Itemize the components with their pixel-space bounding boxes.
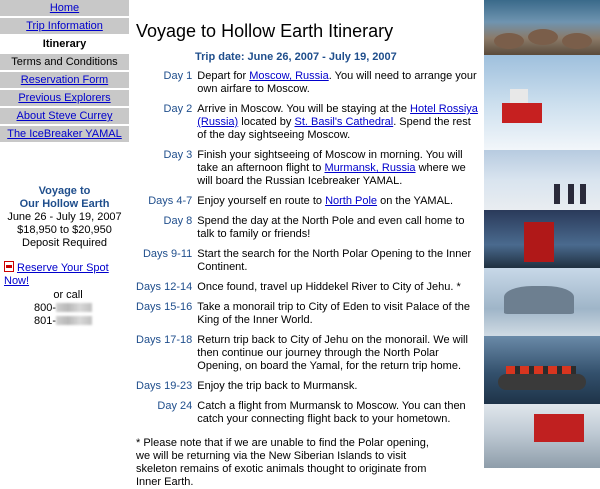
itinerary-row: Day 3 Finish your sightseeing of Moscow … bbox=[136, 149, 478, 195]
day-label: Days 17-18 bbox=[136, 334, 193, 346]
desc-text: Arrive in Moscow. You will be staying at… bbox=[197, 103, 411, 115]
redacted-number-1 bbox=[56, 303, 93, 312]
or-call-text: or call bbox=[53, 289, 83, 301]
nav-link-home[interactable]: Home bbox=[50, 2, 79, 14]
day-label: Day 3 bbox=[163, 149, 193, 161]
itinerary-row: Day 2 Arrive in Moscow. You will be stay… bbox=[136, 103, 478, 149]
reserve-spot-link[interactable]: Reserve Your Spot Now! bbox=[4, 262, 109, 287]
promo-price: $18,950 to $20,950 bbox=[17, 224, 112, 236]
reserve-block: Reserve Your Spot Now! or call 800- 801- bbox=[4, 261, 132, 328]
day-label: Day 1 bbox=[163, 70, 193, 82]
day-label: Day 2 bbox=[163, 103, 193, 115]
day-description: Enjoy yourself en route to North Pole on… bbox=[197, 195, 478, 215]
day-label: Days 19-23 bbox=[136, 380, 193, 392]
promo-dates: June 26 - July 19, 2007 bbox=[7, 211, 122, 223]
nav-item-terms: Terms and Conditions bbox=[0, 54, 129, 71]
nav-item-previous-explorers[interactable]: Previous Explorers bbox=[0, 90, 129, 107]
nav-item-reservation-form[interactable]: Reservation Form bbox=[0, 72, 129, 89]
desc-text: on the YAMAL. bbox=[377, 195, 454, 207]
phone-800: 800- bbox=[34, 302, 132, 315]
itinerary-row: Days 19-23 Enjoy the trip back to Murman… bbox=[136, 380, 478, 400]
nav-item-about-steve-currey[interactable]: About Steve Currey bbox=[0, 108, 129, 125]
nav-link-reservation-form[interactable]: Reservation Form bbox=[21, 74, 108, 86]
phone-801-prefix: 801- bbox=[34, 315, 57, 327]
itinerary-row: Days 9-11 Start the search for the North… bbox=[136, 248, 478, 281]
ship-at-night-photo bbox=[484, 210, 600, 268]
day-description: Finish your sightseeing of Moscow in mor… bbox=[197, 149, 478, 195]
itinerary-row: Day 1 Depart for Moscow, Russia. You wil… bbox=[136, 70, 478, 103]
walrus-photo bbox=[484, 0, 600, 55]
explorers-on-ice-photo bbox=[484, 150, 600, 210]
nav-link-previous-explorers[interactable]: Previous Explorers bbox=[18, 92, 110, 104]
page-title: Voyage to Hollow Earth Itinerary bbox=[136, 21, 394, 41]
nav-link-icebreaker-yamal[interactable]: The IceBreaker YAMAL bbox=[7, 128, 122, 140]
day-description: Once found, travel up Hiddekel River to … bbox=[197, 281, 461, 293]
reserve-row: Reserve Your Spot Now! bbox=[4, 261, 132, 288]
trip-date: Trip date: June 26, 2007 - July 19, 2007 bbox=[195, 51, 397, 63]
pdf-icon bbox=[4, 261, 14, 272]
day-label: Days 15-16 bbox=[136, 301, 193, 313]
nav-item-icebreaker-yamal[interactable]: The IceBreaker YAMAL bbox=[0, 126, 129, 143]
footnote: * Please note that if we are unable to f… bbox=[136, 437, 429, 488]
day-description: Catch a flight from Murmansk to Moscow. … bbox=[197, 400, 466, 425]
phone-801: 801- bbox=[34, 315, 132, 328]
photo-strip bbox=[484, 0, 600, 468]
day-description: Return trip back to City of Jehu on the … bbox=[197, 334, 468, 372]
sidebar-nav: Home Trip Information Itinerary Terms an… bbox=[0, 0, 129, 144]
nav-item-itinerary: Itinerary bbox=[0, 36, 129, 53]
ship-in-ice-photo bbox=[484, 404, 600, 468]
day-label: Days 12-14 bbox=[136, 281, 193, 293]
day-description: Arrive in Moscow. You will be staying at… bbox=[197, 103, 478, 149]
itinerary-content: Voyage to Hollow Earth Itinerary Trip da… bbox=[136, 0, 478, 489]
desc-text: Depart for bbox=[197, 70, 250, 82]
itinerary-row: Days 12-14 Once found, travel up Hiddeke… bbox=[136, 281, 478, 301]
desc-text: Enjoy yourself en route to bbox=[197, 195, 326, 207]
north-pole-link[interactable]: North Pole bbox=[325, 195, 377, 207]
nav-link-trip-information[interactable]: Trip Information bbox=[26, 20, 103, 32]
itinerary-row: Days 15-16 Take a monorail trip to City … bbox=[136, 301, 478, 334]
itinerary-row: Day 8 Spend the day at the North Pole an… bbox=[136, 215, 478, 248]
itinerary-row: Days 17-18 Return trip back to City of J… bbox=[136, 334, 478, 380]
itinerary-row: Day 24 Catch a flight from Murmansk to M… bbox=[136, 400, 478, 433]
promo-title-line1: Voyage to bbox=[38, 185, 91, 197]
nav-item-trip-information[interactable]: Trip Information bbox=[0, 18, 129, 35]
itinerary-row: Days 4-7 Enjoy yourself en route to Nort… bbox=[136, 195, 478, 215]
redacted-number-2 bbox=[56, 316, 93, 325]
day-label: Days 4-7 bbox=[148, 195, 193, 207]
day-label: Days 9-11 bbox=[142, 248, 193, 260]
moscow-link[interactable]: Moscow, Russia bbox=[249, 70, 328, 82]
nav-link-about-steve-currey[interactable]: About Steve Currey bbox=[17, 110, 113, 122]
icebreaker-ship-photo bbox=[484, 55, 600, 150]
day-description: Spend the day at the North Pole and even… bbox=[197, 215, 465, 240]
day-label: Day 24 bbox=[157, 400, 193, 412]
zodiac-raft-photo bbox=[484, 336, 600, 404]
day-description: Depart for Moscow, Russia. You will need… bbox=[197, 70, 478, 103]
nav-item-home[interactable]: Home bbox=[0, 0, 129, 17]
st-basils-link[interactable]: St. Basil's Cathedral bbox=[294, 116, 393, 128]
arctic-landscape-photo bbox=[484, 268, 600, 336]
phone-800-prefix: 800- bbox=[34, 302, 57, 314]
promo-title-line2: Our Hollow Earth bbox=[19, 198, 110, 210]
voyage-promo: Voyage to Our Hollow Earth June 26 - Jul… bbox=[0, 185, 129, 250]
day-description: Start the search for the North Polar Ope… bbox=[197, 248, 472, 273]
day-label: Day 8 bbox=[163, 215, 193, 227]
promo-deposit: Deposit Required bbox=[22, 237, 107, 249]
itinerary-table: Day 1 Depart for Moscow, Russia. You wil… bbox=[136, 70, 478, 433]
day-description: Enjoy the trip back to Murmansk. bbox=[197, 380, 358, 392]
desc-text: located by bbox=[238, 116, 295, 128]
day-description: Take a monorail trip to City of Eden to … bbox=[197, 301, 470, 326]
murmansk-link[interactable]: Murmansk, Russia bbox=[324, 162, 415, 174]
